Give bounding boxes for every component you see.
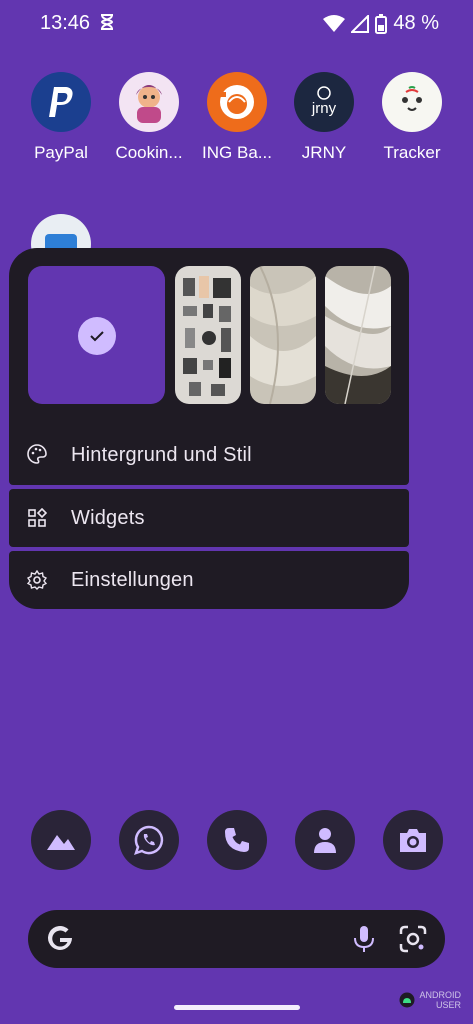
wallpaper-feathers[interactable] [325,266,391,404]
battery-icon [375,13,388,34]
svg-text:jrny: jrny [311,100,337,117]
menu-item-widgets[interactable]: Widgets [9,489,409,547]
tracker-dog-icon [382,72,442,132]
app-label: ING Ba... [202,143,272,162]
whatsapp-icon [134,825,164,855]
menu-item-label: Hintergrund und Stil [71,443,252,466]
camera-icon [400,829,426,852]
watermark-line-1: ANDROID [419,990,461,1000]
google-g-icon [48,925,72,950]
battery-percent: 48 % [393,12,439,34]
app-label: Cookin... [115,143,183,162]
lens-icon[interactable] [399,925,427,953]
wallpaper-white-texture[interactable] [250,266,316,404]
camera-app[interactable] [383,810,443,870]
app-tracker[interactable]: Tracker [368,72,456,163]
cooking-game-icon [119,72,179,132]
google-search-bar[interactable] [28,910,445,968]
contacts-app[interactable] [295,810,355,870]
ing-lion-icon [207,72,267,132]
wallpaper-phone-parts[interactable] [175,266,241,404]
wallpaper-picker [9,248,409,425]
app-ing[interactable]: ING Ba... [193,72,281,163]
status-right-cluster: 48 % [323,12,439,35]
menu-item-label: Einstellungen [71,568,194,591]
hourglass-icon [100,14,114,30]
phone-app[interactable] [207,810,267,870]
mic-icon[interactable] [353,925,375,953]
status-bar: 13:46 48 % [0,0,473,46]
android-logo-icon [399,992,415,1008]
app-label: JRNY [301,143,347,162]
home-long-press-popup: Hintergrund und Stil Widgets Einstellung… [9,248,409,609]
cell-signal-icon [351,14,370,33]
menu-item-settings[interactable]: Einstellungen [9,551,409,609]
checkmark-icon [78,317,116,355]
palette-icon [27,444,47,464]
gallery-icon [47,835,75,850]
gesture-nav-bar[interactable] [174,1005,300,1010]
gallery-app[interactable] [31,810,91,870]
app-label: PayPal [34,143,88,162]
whatsapp-app[interactable] [119,810,179,870]
app-label: Tracker [383,143,441,162]
app-paypal[interactable]: PayPal [17,72,105,163]
menu-item-wallpaper-style[interactable]: Hintergrund und Stil [9,425,409,485]
wallpaper-current[interactable] [28,266,165,404]
menu-item-label: Widgets [71,506,145,529]
app-cooking[interactable]: Cookin... [105,72,193,163]
widgets-icon [28,508,47,527]
dock [0,810,473,870]
watermark: ANDROID USER [399,990,461,1010]
watermark-line-2: USER [435,1000,461,1010]
jrny-icon: jrny [294,72,354,132]
contacts-icon [314,828,336,853]
paypal-icon [31,72,91,132]
settings-gear-icon [27,570,47,590]
phone-icon [225,828,249,852]
wifi-icon [323,14,346,32]
app-jrny[interactable]: jrny JRNY [280,72,368,163]
status-time: 13:46 [40,12,91,34]
